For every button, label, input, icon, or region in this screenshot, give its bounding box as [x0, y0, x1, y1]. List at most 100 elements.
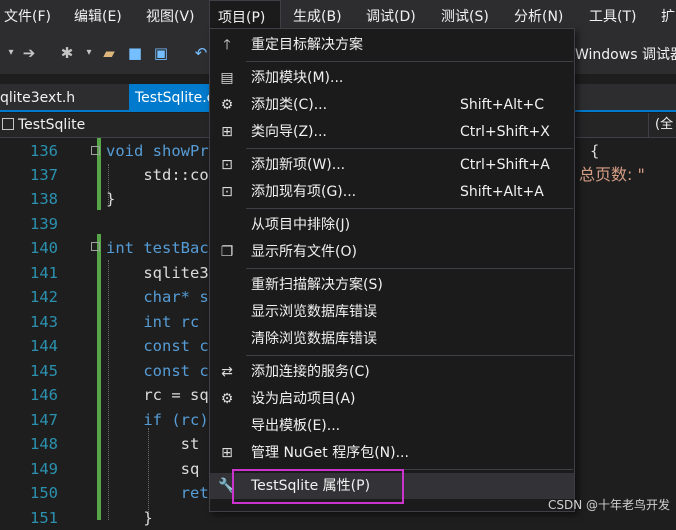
line-number: 143	[30, 313, 58, 331]
tab-sqlite3ext[interactable]: qlite3ext.h	[0, 84, 75, 112]
code-fragment-string: 总页数: "	[579, 165, 645, 184]
menu-item-shortcut: Ctrl+Shift+X	[460, 124, 550, 140]
gear-icon: ⚙	[220, 391, 234, 407]
menu-separator	[246, 61, 573, 62]
menu-item-label: 导出模板(E)...	[251, 418, 341, 434]
menu-file[interactable]: 文件(F)	[4, 0, 51, 34]
line-text: }	[106, 190, 116, 208]
line-text: char* s	[106, 288, 209, 306]
menu-item-label: 添加类(C)...	[251, 97, 328, 113]
menu-item-label: 添加现有项(G)...	[251, 184, 357, 200]
line-number: 138	[30, 190, 58, 208]
line-number: 140	[30, 239, 58, 257]
menu-item-class-wizard[interactable]: ⊞ 类向导(Z)... Ctrl+Shift+X	[210, 119, 574, 145]
menu-separator	[246, 148, 573, 149]
line-number: 141	[30, 264, 58, 282]
menu-item-shortcut: Ctrl+Shift+A	[460, 157, 550, 173]
menu-item-label: 从项目中排除(J)	[251, 217, 351, 233]
line-text: const c	[106, 362, 209, 380]
menu-item-label: 设为启动项目(A)	[251, 391, 356, 407]
line-number: 147	[30, 411, 58, 429]
line-text: void showPr	[106, 142, 209, 160]
line-number: 139	[30, 215, 58, 233]
menu-item-manage-nuget[interactable]: ⊞ 管理 NuGet 程序包(N)...	[210, 440, 574, 466]
menu-item-add-existing-item[interactable]: ⊡ 添加现有项(G)... Shift+Alt+A	[210, 179, 574, 205]
line-text: if (rc)	[106, 411, 209, 429]
line-text: int rc	[106, 313, 200, 331]
forward-icon[interactable]: ➔	[18, 42, 40, 64]
highlight-callout-box	[232, 469, 404, 504]
tab-testsqlite-cpp[interactable]: TestSqlite.cpp	[129, 84, 209, 112]
line-text: int testBac	[106, 239, 209, 257]
menu-item-show-browse-db-errors[interactable]: 显示浏览数据库错误	[210, 299, 574, 325]
menu-item-label: 类向导(Z)...	[251, 124, 327, 140]
menu-item-label: 清除浏览数据库错误	[251, 331, 377, 347]
class-wizard-icon: ⊞	[221, 124, 233, 140]
project-menu-dropdown: 🡑 重定目标解决方案 ▤ 添加模块(M)... ⚙ 添加类(C)... Shif…	[209, 28, 575, 512]
menu-extensions[interactable]: 扩	[661, 0, 675, 34]
menu-item-add-new-item[interactable]: ⊡ 添加新项(W)... Ctrl+Shift+A	[210, 152, 574, 178]
save-all-icon[interactable]: ▣	[150, 42, 172, 64]
line-number: 151	[30, 509, 58, 527]
line-text: ret	[106, 484, 209, 502]
menu-item-label: 显示所有文件(O)	[251, 244, 357, 260]
menu-item-label: 重定目标解决方案	[251, 37, 363, 53]
watermark: CSDN @十年老鸟开发	[548, 498, 671, 512]
new-project-icon[interactable]: ✱	[56, 42, 78, 64]
save-icon[interactable]: ■	[124, 42, 146, 64]
line-number: 137	[30, 166, 58, 184]
arrow-up-icon: 🡑	[223, 37, 231, 53]
chevron-down-icon[interactable]: ▾	[78, 42, 100, 64]
line-text: const c	[106, 337, 209, 355]
menu-item-shortcut: Shift+Alt+A	[460, 184, 544, 200]
menu-item-label: 显示浏览数据库错误	[251, 304, 377, 320]
menu-item-shortcut: Shift+Alt+C	[460, 97, 545, 113]
menu-item-add-connected-service[interactable]: ⇄ 添加连接的服务(C)	[210, 359, 574, 385]
menu-separator	[246, 355, 573, 356]
line-text: sqlite3	[106, 264, 209, 282]
menu-separator	[246, 268, 573, 269]
menu-item-show-all-files[interactable]: ❐ 显示所有文件(O)	[210, 239, 574, 265]
line-number: 136	[30, 142, 58, 160]
menu-item-label: 添加连接的服务(C)	[251, 364, 370, 380]
menu-view[interactable]: 视图(V)	[146, 0, 195, 34]
connected-service-icon: ⇄	[221, 364, 233, 380]
debug-target-button[interactable]: Windows 调试器	[575, 44, 676, 64]
menu-item-add-module[interactable]: ▤ 添加模块(M)...	[210, 65, 574, 91]
line-text: std::co	[106, 166, 209, 184]
menu-separator	[246, 208, 573, 209]
line-number: 146	[30, 386, 58, 404]
line-text: }	[106, 509, 153, 527]
add-module-icon: ▤	[220, 70, 234, 86]
line-text: rc = sq	[106, 386, 209, 404]
project-name: TestSqlite	[18, 117, 86, 133]
menu-edit[interactable]: 编辑(E)	[74, 0, 122, 34]
menu-item-label: 添加新项(W)...	[251, 157, 346, 173]
menu-item-set-startup-project[interactable]: ⚙ 设为启动项目(A)	[210, 386, 574, 412]
menu-item-exclude-from-project[interactable]: 从项目中排除(J)	[210, 212, 574, 238]
open-folder-icon[interactable]: ▰	[98, 42, 120, 64]
line-number: 145	[30, 362, 58, 380]
nuget-icon: ⊞	[221, 445, 233, 461]
menu-item-export-template[interactable]: 导出模板(E)...	[210, 413, 574, 439]
line-number: 144	[30, 337, 58, 355]
menu-item-add-class[interactable]: ⚙ 添加类(C)... Shift+Alt+C	[210, 92, 574, 118]
line-text: sq	[106, 460, 200, 478]
menu-tools[interactable]: 工具(T)	[589, 0, 636, 34]
menu-item-label: 重新扫描解决方案(S)	[251, 277, 383, 293]
project-dropdown[interactable]: TestSqlite	[0, 113, 85, 137]
line-number: 149	[30, 460, 58, 478]
show-all-files-icon: ❐	[220, 244, 234, 260]
line-number: 142	[30, 288, 58, 306]
existing-item-icon: ⊡	[221, 184, 233, 200]
menu-item-label: 管理 NuGet 程序包(N)...	[251, 445, 409, 461]
cpp-project-icon	[2, 118, 14, 130]
menu-item-clear-browse-db-errors[interactable]: 清除浏览数据库错误	[210, 326, 574, 352]
menu-item-retarget-solution[interactable]: 🡑 重定目标解决方案	[210, 32, 574, 58]
scope-dropdown[interactable]: (全	[648, 113, 673, 137]
line-number: 148	[30, 435, 58, 453]
menu-item-label: 添加模块(M)...	[251, 70, 344, 86]
add-class-icon: ⚙	[220, 97, 234, 113]
line-number: 150	[30, 484, 58, 502]
menu-item-rescan-solution[interactable]: 重新扫描解决方案(S)	[210, 272, 574, 298]
